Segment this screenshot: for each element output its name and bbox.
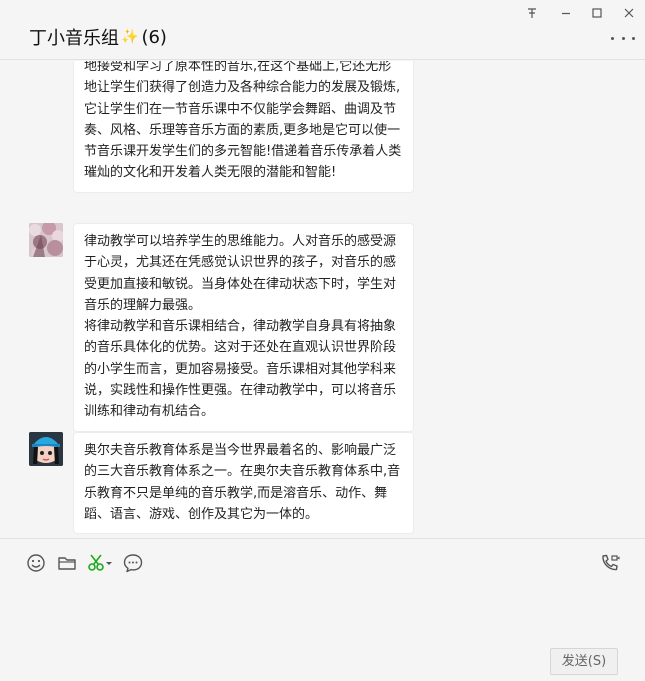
avatar[interactable]: [29, 432, 63, 466]
title-bar: 丁小音乐组 ✨ (6): [0, 0, 645, 60]
pin-icon[interactable]: [520, 5, 544, 21]
message-bubble[interactable]: 奥尔夫音乐教育体系是当今世界最着名的、影响最广泛的三大音乐教育体系之一。在奥尔夫…: [73, 432, 414, 535]
message-bubble[interactable]: 律动教学可以培养学生的思维能力。人对音乐的感受源于心灵，尤其还在凭感觉认识世界的…: [73, 223, 414, 432]
video-call-icon[interactable]: [599, 552, 621, 574]
message-list[interactable]: 地接受和学习了原本性的音乐,在这个基础上,它还无形地让学生们获得了创造力及各种综…: [0, 61, 645, 537]
chat-title[interactable]: 丁小音乐组 ✨ (6): [29, 24, 167, 50]
scissors-icon[interactable]: [86, 552, 114, 574]
emoji-icon[interactable]: [25, 552, 47, 574]
message-bubble[interactable]: 地接受和学习了原本性的音乐,在这个基础上,它还无形地让学生们获得了创造力及各种综…: [73, 61, 414, 193]
group-name: 丁小音乐组: [29, 28, 119, 49]
divider: [0, 538, 645, 539]
close-icon[interactable]: [617, 5, 641, 21]
send-button[interactable]: 发送(S): [550, 648, 618, 675]
input-toolbar: [0, 550, 645, 576]
avatar[interactable]: [29, 223, 63, 257]
sparkle-icon: ✨: [121, 29, 139, 45]
message-input[interactable]: [0, 580, 645, 640]
chat-history-icon[interactable]: [122, 552, 144, 574]
more-options-icon[interactable]: [611, 30, 635, 46]
maximize-icon[interactable]: [585, 5, 609, 21]
minimize-icon[interactable]: [554, 5, 578, 21]
folder-icon[interactable]: [56, 552, 78, 574]
member-count: (6): [141, 26, 167, 48]
